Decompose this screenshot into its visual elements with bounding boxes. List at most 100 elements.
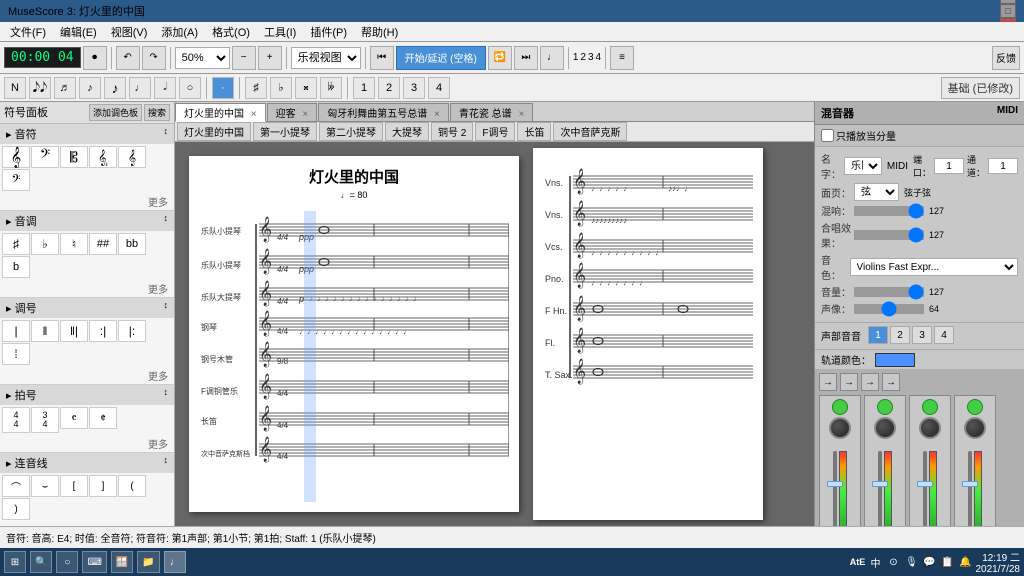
ch-arrow-3[interactable]: → (861, 373, 879, 391)
menu-edit[interactable]: 编辑(E) (54, 22, 103, 42)
ch-fader-handle-3[interactable] (917, 481, 933, 487)
play-button[interactable]: 开始/延迟 (空格) (396, 46, 486, 70)
tab-close-2[interactable]: × (302, 109, 308, 120)
menu-plugins[interactable]: 插件(P) (304, 22, 353, 42)
barline-5[interactable]: |: (118, 320, 146, 342)
systray-clipboard[interactable]: 📋 (940, 554, 956, 570)
ch-pan-knob-2[interactable] (874, 417, 896, 439)
inst-tab-fl[interactable]: 长笛 (517, 122, 551, 141)
taskbar-app-1[interactable]: ⌨ (82, 551, 106, 573)
note-whole[interactable]: ○ (179, 77, 201, 99)
palette-keysig-title[interactable]: ▸ 音调 ↕ (0, 211, 174, 231)
channel-select[interactable]: 弦 (854, 183, 899, 201)
clef-treble[interactable]: 𝄞 (2, 146, 30, 168)
maximize-button[interactable]: □ (1000, 4, 1016, 18)
zoom-in-button[interactable]: + (258, 46, 282, 70)
barline-4[interactable]: :| (89, 320, 117, 342)
systray-ate[interactable]: AtE (850, 554, 866, 570)
note-8th[interactable]: ♪ (104, 77, 126, 99)
tab-close-4[interactable]: × (518, 109, 524, 120)
note-quarter[interactable]: ♩ (129, 77, 151, 99)
voice-btn-4[interactable]: 4 (934, 326, 954, 344)
systray-mic[interactable]: 🎙 (904, 554, 920, 570)
palette-barlines-more[interactable]: 更多 (0, 367, 174, 384)
task-view-button[interactable]: ○ (56, 551, 78, 573)
systray-ime[interactable]: 中 (868, 554, 884, 570)
ch-pan-knob-3[interactable] (919, 417, 941, 439)
clef-6[interactable]: 𝄢 (2, 169, 30, 191)
clef-5[interactable]: 𝄞 (118, 146, 146, 168)
zoom-out-button[interactable]: − (232, 46, 256, 70)
zoom-select[interactable]: 50% 75% 100% (175, 47, 230, 69)
playback-only-checkbox[interactable] (821, 129, 834, 142)
menu-help[interactable]: 帮助(H) (355, 22, 404, 42)
ch-fader-handle-4[interactable] (962, 481, 978, 487)
line-1[interactable]: 44 (2, 407, 30, 433)
artic-3[interactable]: [ (60, 475, 88, 497)
key-1[interactable]: ♯ (2, 233, 30, 255)
clef-4[interactable]: 𝄠 (89, 146, 117, 168)
systray-network[interactable]: ⊙ (886, 554, 902, 570)
note-16th[interactable]: ♪ (79, 77, 101, 99)
redo-button[interactable]: ↷ (142, 46, 166, 70)
ch-mute-3[interactable] (922, 399, 938, 415)
menu-format[interactable]: 格式(O) (206, 22, 256, 42)
inst-tab-vn2[interactable]: 第二小提琴 (319, 122, 383, 141)
rewind-button[interactable]: ⏮ (370, 46, 394, 70)
note-32nd[interactable]: ♬ (54, 77, 76, 99)
key-2[interactable]: ♭ (31, 233, 59, 255)
note-input-btn[interactable]: N (4, 77, 26, 99)
key-6[interactable]: b (2, 256, 30, 278)
ch-pan-knob-1[interactable] (829, 417, 851, 439)
voice-2[interactable]: 2 (378, 77, 400, 99)
palette-lines-title[interactable]: ▸ 拍号 ↕ (0, 385, 174, 405)
barline-3[interactable]: ‖| (60, 320, 88, 342)
loop-button[interactable]: 🔁 (488, 46, 512, 70)
menu-tools[interactable]: 工具(I) (258, 22, 302, 42)
layout-select[interactable]: 乐视视图 (291, 47, 361, 69)
feedback-button[interactable]: 反馈 (992, 46, 1020, 70)
volume-slider[interactable] (854, 287, 924, 297)
accidental-double-sharp[interactable]: 𝄪 (295, 77, 317, 99)
chorus-slider[interactable] (854, 230, 924, 240)
palette-clefs-title[interactable]: ▸ 音符 ↕ (0, 124, 174, 144)
clef-2[interactable]: 𝄢 (31, 146, 59, 168)
palette-clefs-more[interactable]: 更多 (0, 193, 174, 210)
ch-arrow-1[interactable]: → (819, 373, 837, 391)
palette-artic-title[interactable]: ▸ 连音线 ↕ (0, 453, 174, 473)
artic-5[interactable]: ( (118, 475, 146, 497)
voice-btn-1[interactable]: 1 (868, 326, 888, 344)
inst-tab-tsax[interactable]: 次中音萨克斯 (553, 122, 627, 141)
barline-1[interactable]: | (2, 320, 30, 342)
forward-button[interactable]: ⏭ (514, 46, 538, 70)
note-64th[interactable]: 𝅘𝅥𝅮𝅘𝅥𝅮 (29, 77, 51, 99)
menu-view[interactable]: 视图(V) (105, 22, 154, 42)
voice-btn-3[interactable]: 3 (912, 326, 932, 344)
port-input[interactable] (934, 158, 964, 174)
accidental-flat[interactable]: ♭ (270, 77, 292, 99)
voice-btn-2[interactable]: 2 (890, 326, 910, 344)
inst-tab-brass2[interactable]: 铜号 2 (431, 122, 473, 141)
accidental-double-flat[interactable]: 𝄫 (320, 77, 342, 99)
tab-close-1[interactable]: × (251, 109, 257, 120)
ch-arrow-2[interactable]: → (840, 373, 858, 391)
palette-lines-more[interactable]: 更多 (0, 435, 174, 452)
mixer-button[interactable]: ≡ (610, 46, 634, 70)
inst-tab-full[interactable]: 灯火里的中国 (177, 122, 251, 141)
artic-6[interactable]: ) (2, 498, 30, 520)
ch-mute-2[interactable] (877, 399, 893, 415)
search-button[interactable]: 🔍 (30, 551, 52, 573)
ch-fader-handle-2[interactable] (872, 481, 888, 487)
accidental-sharp[interactable]: ♯ (245, 77, 267, 99)
track-color-swatch[interactable] (875, 353, 915, 367)
inst-tab-fhorn[interactable]: F调号 (475, 122, 515, 141)
ch-mute-1[interactable] (832, 399, 848, 415)
systray-notif[interactable]: 🔔 (958, 554, 974, 570)
ch-mute-4[interactable] (967, 399, 983, 415)
reverb-slider[interactable] (854, 206, 924, 216)
tab-score-1[interactable]: 灯火里的中国 × (175, 103, 266, 122)
menu-add[interactable]: 添加(A) (155, 22, 204, 42)
sound-select[interactable]: Violins Fast Expr... (850, 258, 1018, 276)
palette-barlines-title[interactable]: ▸ 调号 ↕ (0, 298, 174, 318)
add-palettes-btn[interactable]: 添加调色板 (89, 104, 142, 121)
